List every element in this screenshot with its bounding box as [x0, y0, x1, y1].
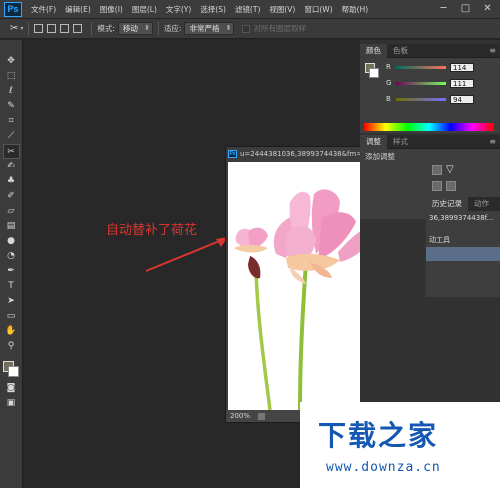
history-panel: 历史记录 动作 36,3899374438f... 动工具	[426, 197, 500, 297]
watermark: 下载之家 www.downza.cn	[300, 402, 500, 488]
options-bar: ✂ ▾ 模式: 移动 适应: 非常严格 对所有图层取样	[0, 19, 500, 39]
tools-panel: ✥ ⬚ ℓ ✎ ⌗ ⟋ ✂ ✍ ♣ ✐ ▱ ▤ ● ◔ ✒ T ➤ ▭ ✋ ⚲ …	[0, 40, 23, 488]
marquee-tool-icon[interactable]: ⬚	[3, 69, 20, 84]
color-panel-tabs: 颜色 色板 ≡	[360, 43, 500, 58]
green-slider[interactable]	[396, 81, 446, 85]
maximize-button[interactable]: □	[459, 3, 472, 15]
panel-menu-icon[interactable]: ≡	[489, 137, 496, 146]
lasso-tool-icon[interactable]: ℓ	[3, 84, 20, 99]
menu-help[interactable]: 帮助(H)	[342, 4, 369, 15]
tool-preset-chevron-icon[interactable]: ▾	[20, 25, 23, 32]
add-selection-icon[interactable]	[47, 24, 57, 33]
menu-file[interactable]: 文件(F)	[31, 4, 56, 15]
green-value[interactable]: 111	[450, 78, 474, 88]
menu-edit[interactable]: 编辑(E)	[65, 4, 91, 15]
move-tool-icon[interactable]: ✥	[3, 54, 20, 69]
brush-tool-icon[interactable]: ✍	[3, 159, 20, 174]
zoom-tool-icon[interactable]: ⚲	[3, 339, 20, 354]
dodge-tool-icon[interactable]: ◔	[3, 249, 20, 264]
menu-bar: Ps 文件(F) 编辑(E) 图像(I) 图层(L) 文字(Y) 选择(S) 滤…	[0, 0, 500, 19]
watermark-title: 下载之家	[318, 419, 439, 452]
panel-menu-icon[interactable]: ≡	[489, 46, 496, 55]
intersect-selection-icon[interactable]	[73, 24, 83, 33]
blue-value[interactable]: 94	[450, 94, 474, 104]
tab-swatches[interactable]: 色板	[387, 44, 414, 58]
tab-styles[interactable]: 样式	[387, 135, 414, 149]
crop-tool-icon[interactable]: ⌗	[3, 114, 20, 129]
history-item[interactable]: 动工具	[426, 233, 500, 247]
blur-tool-icon[interactable]: ●	[3, 234, 20, 249]
tab-actions[interactable]: 动作	[468, 197, 495, 211]
levels-icon[interactable]	[432, 181, 442, 191]
content-aware-move-tool-icon[interactable]: ✂	[2, 144, 20, 159]
photoshop-logo: Ps	[4, 1, 22, 17]
brightness-icon[interactable]	[432, 165, 442, 175]
tab-color[interactable]: 颜色	[360, 43, 387, 58]
menu-image[interactable]: 图像(I)	[100, 4, 123, 15]
gradient-tool-icon[interactable]: ▤	[3, 219, 20, 234]
type-tool-icon[interactable]: T	[3, 279, 20, 294]
close-button[interactable]: ✕	[481, 3, 494, 15]
sample-all-checkbox[interactable]	[242, 24, 251, 33]
menu-select[interactable]: 选择(S)	[200, 4, 226, 15]
menu-window[interactable]: 窗口(W)	[304, 4, 332, 15]
mode-select[interactable]: 移动	[117, 22, 153, 35]
history-item-selected[interactable]	[426, 247, 500, 261]
new-selection-icon[interactable]	[34, 24, 44, 33]
red-slider[interactable]	[396, 65, 446, 69]
add-adjustment-title: 添加调整	[365, 152, 395, 161]
minimize-button[interactable]: ─	[437, 3, 450, 15]
tab-history[interactable]: 历史记录	[426, 197, 468, 211]
blue-label: B	[386, 95, 391, 103]
green-row: G 111	[386, 78, 474, 88]
path-select-tool-icon[interactable]: ➤	[3, 294, 20, 309]
quick-select-tool-icon[interactable]: ✎	[3, 99, 20, 114]
background-color-swatch[interactable]	[8, 366, 19, 377]
menu-view[interactable]: 视图(V)	[269, 4, 295, 15]
pen-tool-icon[interactable]: ✒	[3, 264, 20, 279]
status-info-icon[interactable]	[258, 412, 266, 420]
annotation-text: 自动替补了荷花	[106, 223, 198, 238]
curves-icon[interactable]	[446, 181, 456, 191]
eyedropper-tool-icon[interactable]: ⟋	[3, 129, 20, 144]
menu-layer[interactable]: 图层(L)	[132, 4, 157, 15]
hand-tool-icon[interactable]: ✋	[3, 324, 20, 339]
document-title: u=2444381036,3899374438&fm=21...	[240, 149, 378, 158]
zoom-level[interactable]: 200%	[230, 412, 250, 420]
green-label: G	[386, 79, 392, 87]
red-value[interactable]: 114	[450, 62, 474, 72]
divider	[91, 21, 93, 36]
menu-type[interactable]: 文字(Y)	[166, 4, 191, 15]
color-swatches[interactable]	[1, 361, 21, 379]
subtract-selection-icon[interactable]	[60, 24, 70, 33]
divider	[28, 21, 30, 36]
color-panel: R 114 G 111 B 94	[360, 58, 500, 133]
divider	[157, 21, 159, 36]
mode-label: 模式:	[97, 24, 115, 33]
adapt-select[interactable]: 非常严格	[184, 22, 235, 35]
panel-background-swatch[interactable]	[369, 68, 379, 78]
eraser-tool-icon[interactable]: ▱	[3, 204, 20, 219]
history-brush-tool-icon[interactable]: ✐	[3, 189, 20, 204]
red-row: R 114	[386, 62, 474, 72]
tab-adjustments[interactable]: 调整	[360, 134, 387, 149]
clone-stamp-tool-icon[interactable]: ♣	[3, 174, 20, 189]
shape-tool-icon[interactable]: ▭	[3, 309, 20, 324]
photoshop-doc-icon: Ps	[228, 149, 237, 158]
blue-slider[interactable]	[396, 97, 446, 101]
red-label: R	[386, 63, 391, 71]
history-panel-tabs: 历史记录 动作	[426, 197, 500, 211]
watermark-url: www.downza.cn	[326, 460, 441, 475]
history-item[interactable]: 36,3899374438f...	[426, 211, 500, 225]
quick-mask-icon[interactable]: ◙	[3, 381, 20, 396]
content-aware-move-icon[interactable]: ✂	[10, 23, 18, 34]
sample-all-label: 对所有图层取样	[253, 24, 306, 33]
adjust-panel-tabs: 调整 样式 ≡	[360, 134, 500, 149]
screen-mode-icon[interactable]: ▣	[3, 396, 20, 411]
triangle-icon[interactable]: ▽	[446, 165, 456, 175]
adapt-label: 适应:	[163, 24, 182, 33]
menu-filter[interactable]: 滤镜(T)	[235, 4, 260, 15]
color-spectrum-bar[interactable]	[364, 123, 494, 131]
blue-row: B 94	[386, 94, 474, 104]
